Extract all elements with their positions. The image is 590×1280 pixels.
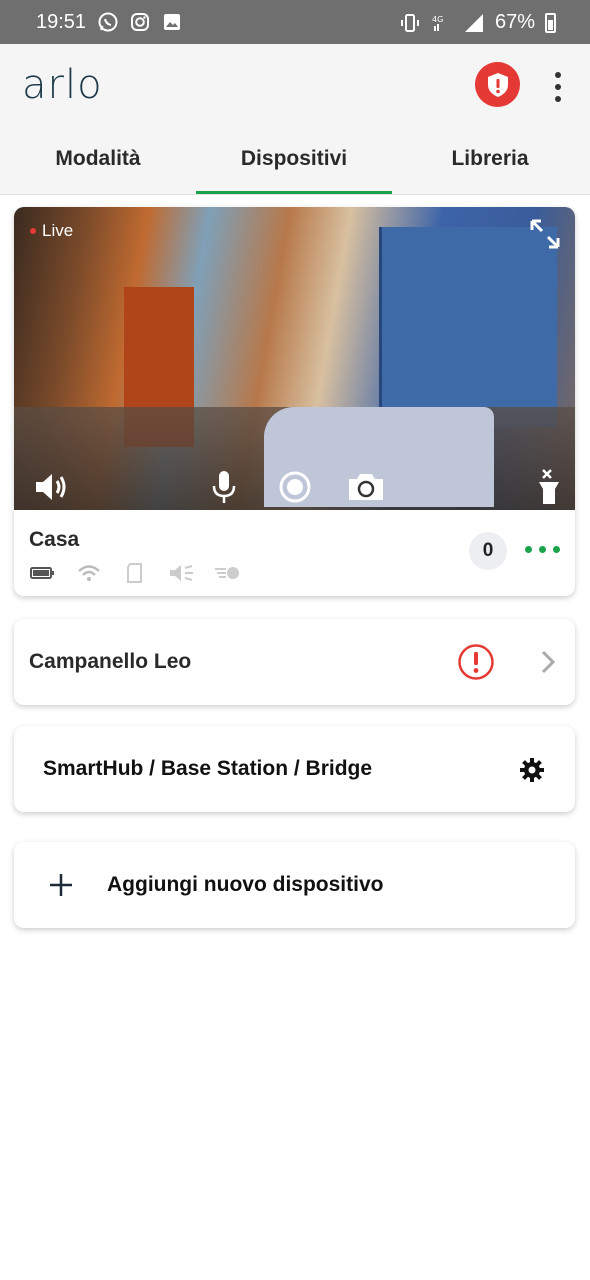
live-dot bbox=[30, 228, 36, 234]
battery-percent: 67% bbox=[494, 11, 535, 33]
device-name: Campanello Leo bbox=[29, 650, 192, 673]
speaker-muted-icon bbox=[170, 565, 193, 581]
app-header: arlo Modalità Dispositivi Libreria bbox=[0, 44, 590, 195]
battery-icon bbox=[545, 12, 556, 33]
shield-alert-icon bbox=[487, 72, 508, 97]
tab-modalita[interactable]: Modalità bbox=[0, 134, 196, 194]
record-icon[interactable] bbox=[275, 467, 315, 507]
signal-4g-icon: 4G bbox=[432, 15, 443, 31]
live-indicator: Live bbox=[30, 221, 73, 241]
alert-icon bbox=[458, 644, 494, 680]
arlo-logo: arlo bbox=[22, 62, 103, 108]
camera-more-icon[interactable] bbox=[525, 546, 560, 553]
battery-icon bbox=[30, 567, 54, 579]
live-label: Live bbox=[42, 221, 74, 240]
vibrate-icon bbox=[400, 13, 419, 32]
device-name: SmartHub / Base Station / Bridge bbox=[43, 757, 373, 780]
add-device-button[interactable]: Aggiungi nuovo dispositivo bbox=[14, 842, 575, 928]
status-bar: 19:51 4G 67% bbox=[0, 0, 590, 44]
plus-icon bbox=[50, 874, 72, 896]
camera-status-icons bbox=[29, 562, 241, 584]
add-device-label: Aggiungi nuovo dispositivo bbox=[107, 873, 384, 896]
device-row-campanello[interactable]: Campanello Leo bbox=[14, 619, 575, 705]
more-options-icon[interactable] bbox=[548, 72, 568, 102]
svg-text:4G: 4G bbox=[432, 15, 443, 24]
snapshot-icon[interactable] bbox=[346, 467, 386, 507]
microphone-icon[interactable] bbox=[204, 467, 244, 507]
security-alert-button[interactable] bbox=[475, 62, 520, 107]
device-row-smarthub[interactable]: SmartHub / Base Station / Bridge bbox=[14, 726, 575, 812]
camera-live-feed[interactable]: Live bbox=[14, 207, 575, 510]
tab-dispositivi[interactable]: Dispositivi bbox=[196, 134, 392, 194]
speaker-icon[interactable] bbox=[32, 467, 72, 507]
sd-card-icon bbox=[127, 563, 142, 583]
feed-wardrobe bbox=[379, 227, 557, 427]
fullscreen-icon[interactable] bbox=[528, 217, 562, 251]
tab-bar: Modalità Dispositivi Libreria bbox=[0, 134, 590, 194]
camera-info[interactable]: Casa 0 bbox=[14, 510, 575, 596]
camera-card: Live Casa 0 bbox=[14, 207, 575, 596]
tab-libreria[interactable]: Libreria bbox=[392, 134, 588, 194]
spotlight-off-icon[interactable] bbox=[529, 467, 569, 507]
event-count-badge[interactable]: 0 bbox=[469, 532, 507, 570]
status-time: 19:51 bbox=[36, 11, 87, 33]
image-icon bbox=[164, 14, 180, 30]
instagram-icon bbox=[131, 13, 149, 31]
motion-icon bbox=[215, 567, 239, 579]
whatsapp-icon bbox=[98, 12, 118, 32]
chevron-right-icon bbox=[541, 650, 556, 674]
camera-name: Casa bbox=[29, 528, 80, 551]
signal-bars-icon bbox=[464, 13, 483, 32]
gear-icon[interactable] bbox=[518, 756, 546, 784]
wifi-icon bbox=[78, 565, 100, 581]
